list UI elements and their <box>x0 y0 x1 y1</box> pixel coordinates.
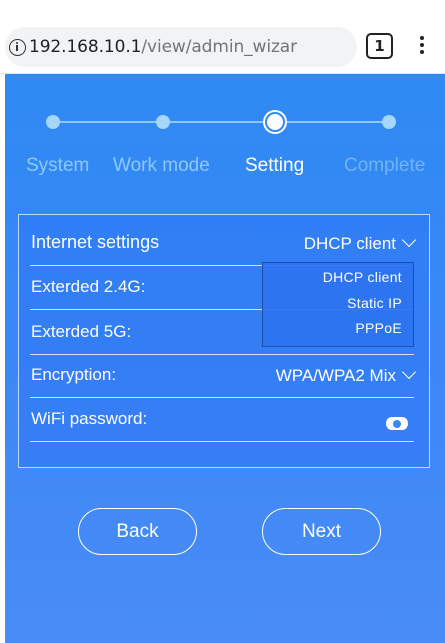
chevron-down-icon <box>401 364 417 380</box>
eye-icon[interactable] <box>386 417 408 430</box>
step-dot-complete <box>382 115 396 129</box>
step-label-work-mode: Work mode <box>113 155 210 176</box>
dropdown-option-dhcp[interactable]: DHCP client <box>323 269 402 285</box>
wifi-password-row: WiFi password: <box>30 397 414 442</box>
internet-settings-label: Internet settings <box>31 232 160 252</box>
step-connector <box>163 121 269 123</box>
wifi-password-label: WiFi password: <box>31 409 148 428</box>
setup-wizard: System Work mode Setting Complete Intern… <box>5 74 445 643</box>
wizard-stepper: System Work mode Setting Complete <box>5 74 445 184</box>
more-menu-icon[interactable] <box>419 36 425 58</box>
connection-type-dropdown: DHCP client Static IP PPPoE <box>262 262 414 347</box>
info-icon[interactable] <box>9 38 26 56</box>
connection-type-value: DHCP client <box>303 234 396 253</box>
connection-type-select[interactable]: DHCP client <box>303 232 417 254</box>
browser-toolbar: 192.168.10.1/view/admin_wizar 1 <box>0 0 445 74</box>
extended-5g-label: Exterded 5G: <box>31 322 132 341</box>
tab-switcher-button[interactable]: 1 <box>366 33 393 59</box>
step-label-system: System <box>26 155 90 176</box>
step-dot-setting <box>265 112 285 132</box>
internet-settings-row: Internet settings DHCP client <box>30 221 417 266</box>
url-host: 192.168.10.1 <box>29 37 142 57</box>
chevron-down-icon <box>401 232 417 248</box>
step-label-complete: Complete <box>344 155 426 176</box>
step-label-setting: Setting <box>245 155 305 176</box>
settings-panel: Internet settings DHCP client Exterded 2… <box>18 214 430 468</box>
step-dot-work-mode <box>156 115 170 129</box>
step-connector <box>53 121 156 123</box>
dropdown-option-static-ip[interactable]: Static IP <box>347 295 402 311</box>
dropdown-option-pppoe[interactable]: PPPoE <box>355 320 402 336</box>
url-text: 192.168.10.1/view/admin_wizar <box>29 37 297 57</box>
step-dot-system <box>46 115 60 129</box>
next-button[interactable]: Next <box>262 508 381 555</box>
encryption-row: Encryption: WPA/WPA2 Mix <box>30 353 417 398</box>
url-path: /view/admin_wizar <box>141 37 297 57</box>
back-button[interactable]: Back <box>78 508 197 555</box>
step-connector <box>285 121 387 123</box>
encryption-label: Encryption: <box>31 365 117 384</box>
encryption-select[interactable]: WPA/WPA2 Mix <box>275 364 417 386</box>
encryption-value: WPA/WPA2 Mix <box>275 366 396 385</box>
address-bar[interactable]: 192.168.10.1/view/admin_wizar <box>5 27 357 67</box>
extended-24g-label: Exterded 2.4G: <box>31 277 146 296</box>
